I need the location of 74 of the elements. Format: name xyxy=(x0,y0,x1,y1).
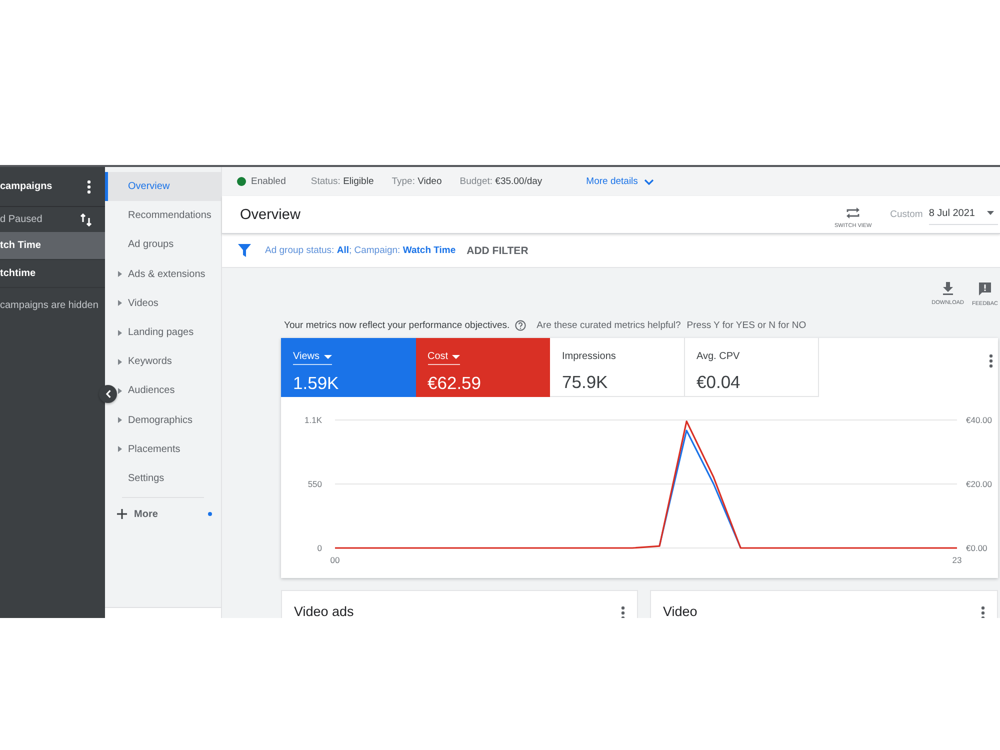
caret-down-icon xyxy=(324,354,332,358)
metric-label: Impressions xyxy=(562,350,616,364)
dropdown-arrow-icon xyxy=(987,211,994,215)
campaign-item[interactable]: tch Time xyxy=(0,232,105,260)
axis-label: 550 xyxy=(308,479,322,489)
metric-value: €0.04 xyxy=(696,372,740,393)
metric-label: Cost xyxy=(428,350,460,365)
help-icon[interactable] xyxy=(514,320,526,330)
swap-arrows-icon xyxy=(846,206,860,218)
axis-label: 1.1K xyxy=(304,415,322,425)
caret-down-icon xyxy=(452,354,460,358)
caret-icon xyxy=(118,358,122,365)
axis-label: €40.00 xyxy=(966,415,992,425)
sort-icon[interactable] xyxy=(80,212,92,226)
kebab-menu-icon[interactable] xyxy=(621,606,625,618)
page-title: Overview xyxy=(240,206,300,222)
nav-item[interactable]: Demographics xyxy=(117,406,221,435)
nav-item[interactable]: Placements xyxy=(117,434,221,464)
caret-icon xyxy=(118,417,122,424)
hidden-campaigns-note: campaigns are hidden xyxy=(0,300,98,311)
status-label: Enabled xyxy=(251,176,286,187)
date-picker[interactable]: 8 Jul 2021 xyxy=(928,204,998,224)
nav-item[interactable]: Overview xyxy=(105,172,221,202)
kebab-menu-icon[interactable] xyxy=(87,180,91,194)
status-dot-icon xyxy=(237,177,246,186)
metric-tile[interactable]: Avg. CPV €0.04 xyxy=(684,338,819,397)
caret-icon xyxy=(118,446,122,452)
more-button[interactable]: More xyxy=(105,502,221,526)
metric-tile[interactable]: Impressions 75.9K xyxy=(550,338,684,397)
nav-item[interactable]: Recommendations xyxy=(117,201,221,230)
axis-label: 23 xyxy=(952,555,962,565)
chevron-down-icon xyxy=(644,178,654,184)
metrics-notice: Your metrics now reflect your performance objectives. xyxy=(284,320,510,330)
nav-item[interactable]: Settings xyxy=(117,464,221,494)
chevron-left-icon xyxy=(106,390,110,398)
axis-label: €20.00 xyxy=(966,479,992,489)
campaign-field: Status: Eligible xyxy=(310,176,374,187)
campaign-field: Budget: €35.00/day xyxy=(460,176,542,187)
feedback-icon xyxy=(978,282,992,296)
metric-label: Avg. CPV xyxy=(696,350,740,364)
nav-item[interactable]: Audiences xyxy=(117,376,221,406)
nav-item[interactable]: Ad groups xyxy=(117,230,221,260)
more-details-link[interactable]: More details xyxy=(586,176,654,187)
metric-value: 75.9K xyxy=(562,372,608,393)
campaign-field: Type: Video xyxy=(392,176,442,187)
nav-item[interactable]: Videos xyxy=(117,288,221,318)
caret-icon xyxy=(118,271,122,278)
axis-label: 00 xyxy=(330,555,340,565)
nav-item[interactable]: Ads & extensions xyxy=(117,260,221,289)
card-title: Video ads xyxy=(294,604,354,618)
caret-icon xyxy=(118,300,122,306)
caret-icon xyxy=(118,330,122,336)
download-icon xyxy=(942,282,954,295)
kebab-menu-icon[interactable] xyxy=(989,354,993,368)
metric-value: €62.59 xyxy=(428,373,482,394)
nav-item[interactable]: Landing pages xyxy=(117,318,221,348)
metric-tile[interactable]: Views 1.59K xyxy=(281,338,416,397)
plus-icon xyxy=(117,509,127,520)
filter-label: d Paused xyxy=(0,214,42,225)
add-filter-button[interactable]: ADD FILTER xyxy=(466,244,528,256)
feedback-question: Are these curated metrics helpful? xyxy=(536,320,681,330)
nav-item[interactable]: Keywords xyxy=(117,347,221,376)
axis-label: 0 xyxy=(317,543,322,553)
metric-label: Views xyxy=(293,350,332,365)
card-title: Video xyxy=(663,604,698,618)
keyboard-hint: Press Y for YES or N for NO xyxy=(686,320,806,330)
date-range-label: Custom xyxy=(890,209,923,220)
metric-value: 1.59K xyxy=(293,373,339,394)
kebab-menu-icon[interactable] xyxy=(981,606,985,618)
filter-icon[interactable] xyxy=(238,244,251,257)
axis-label: €0.00 xyxy=(966,543,988,553)
filter-summary[interactable]: Ad group status: All; Campaign: Watch Time xyxy=(265,245,456,256)
metric-tile[interactable]: Cost €62.59 xyxy=(416,338,550,397)
sidebar-title: campaigns xyxy=(0,181,52,192)
